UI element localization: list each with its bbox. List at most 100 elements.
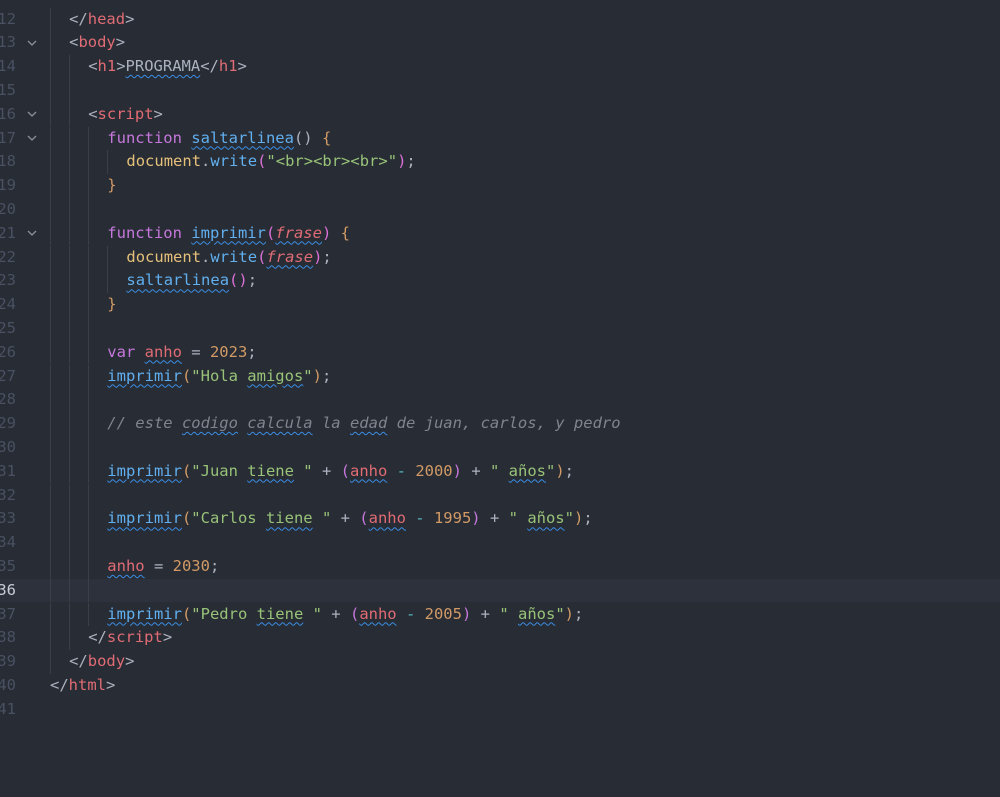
code-token: calcula: [247, 414, 313, 433]
code-line[interactable]: 27 imprimir("Hola amigos");: [0, 364, 1000, 389]
code-line[interactable]: 21 function imprimir(frase) {: [0, 221, 1000, 246]
code-line[interactable]: 12 </head>: [0, 7, 1000, 32]
indent-guide: [88, 316, 90, 341]
code-line[interactable]: 17 function saltarlinea() {: [0, 126, 1000, 151]
code-token: body: [87, 652, 126, 671]
line-number: 19: [0, 176, 16, 195]
code-token: "Pedro: [191, 604, 257, 623]
indent-guide: [69, 602, 71, 627]
code-token: ): [461, 604, 472, 623]
code-line[interactable]: 23 saltarlinea();: [0, 269, 1000, 294]
code-token: ;: [564, 461, 575, 480]
indent-guide: [50, 293, 51, 317]
code-token: ": [545, 461, 556, 480]
code-token: 2030: [172, 556, 210, 575]
code-text: <h1>PROGRAMA</h1>: [88, 55, 247, 79]
code-line[interactable]: 25: [0, 316, 1000, 341]
code-token: var: [107, 342, 136, 361]
fold-chevron-icon[interactable]: [26, 222, 44, 246]
indent-guide: [88, 269, 90, 294]
fold-chevron-icon[interactable]: [26, 31, 44, 55]
indent-guide: [88, 531, 90, 555]
code-line[interactable]: 24}: [0, 293, 1000, 317]
code-line[interactable]: 38 </script>: [0, 626, 1000, 651]
code-token: +: [331, 509, 360, 528]
code-token: +: [480, 509, 509, 528]
code-line[interactable]: 40 </html>: [0, 674, 1000, 698]
indent-guide: [88, 221, 90, 246]
indent-guide: [88, 364, 90, 389]
code-line[interactable]: 18 document.write("<br><br><br>");: [0, 150, 1000, 175]
code-line[interactable]: 32: [0, 483, 1000, 508]
fold-chevron-icon[interactable]: [26, 103, 44, 127]
code-token: </: [200, 57, 219, 76]
code-line[interactable]: 13 <body>: [0, 31, 1000, 56]
code-line[interactable]: 34: [0, 531, 1000, 555]
code-line[interactable]: 36: [0, 578, 1000, 603]
code-token: ): [452, 461, 462, 480]
indent-guide: [88, 554, 90, 579]
code-line[interactable]: 28: [0, 388, 1000, 413]
line-number: 23: [0, 271, 16, 290]
indent-guide: [69, 435, 71, 460]
code-token: ": [312, 509, 332, 528]
code-token: ;: [247, 271, 258, 290]
code-line[interactable]: 41: [0, 698, 1000, 722]
code-line[interactable]: 31 imprimir("Juan tiene " + (anho - 2000)…: [0, 459, 1000, 484]
indent-guide: [107, 269, 109, 294]
indent-guide: [69, 483, 71, 508]
code-token: -: [405, 509, 434, 528]
fold-chevron-icon[interactable]: [26, 127, 44, 151]
indent-guide: [69, 78, 71, 103]
indent-guide: [50, 221, 51, 246]
indent-guide: [50, 435, 51, 460]
code-line[interactable]: 14 <h1>PROGRAMA</h1>: [0, 55, 1000, 79]
indent-guide: [50, 7, 51, 32]
code-token: // este: [107, 414, 182, 433]
code-text: }: [107, 174, 116, 198]
code-token: {: [331, 223, 350, 242]
code-line[interactable]: 16 <script>: [0, 102, 1000, 127]
code-token: >: [153, 104, 163, 123]
code-line[interactable]: 26 var anho = 2023;: [0, 340, 1000, 365]
code-token: .: [201, 247, 211, 266]
indent-guide: [50, 245, 51, 270]
code-line[interactable]: 30: [0, 435, 1000, 460]
code-line[interactable]: 20: [0, 197, 1000, 222]
code-token: script: [97, 104, 154, 123]
indent-guide: [88, 412, 90, 436]
indent-guide: [88, 126, 90, 151]
code-token: (: [181, 461, 192, 480]
code-token: anho: [359, 604, 397, 623]
indent-guide: [88, 602, 90, 627]
code-line[interactable]: 33 imprimir("Carlos tiene " + (anho - 199…: [0, 507, 1000, 532]
indent-guide: [69, 174, 71, 198]
code-text: imprimir("Pedro tiene " + (anho - 2005) …: [107, 603, 583, 627]
code-token: frase: [266, 247, 314, 266]
code-token: tiene: [256, 604, 304, 623]
indent-guide: [88, 174, 90, 198]
code-line[interactable]: 15: [0, 78, 1000, 103]
code-line[interactable]: 39 </body>: [0, 650, 1000, 674]
code-token: saltarlinea: [126, 271, 230, 290]
indent-guide: [69, 507, 71, 532]
code-line[interactable]: 37 imprimir("Pedro tiene " + (anho - 2005…: [0, 602, 1000, 627]
indent-guide: [50, 578, 51, 603]
code-text: imprimir("Carlos tiene " + (anho - 1995)…: [107, 507, 592, 531]
code-editor[interactable]: 12 </head> 13 <body> 14 <h1>PROGRAMA</h1> 15 16…: [0, 0, 1000, 797]
code-line[interactable]: 19}: [0, 174, 1000, 198]
code-text: <script>: [88, 103, 163, 127]
code-token: </: [69, 9, 88, 28]
code-line[interactable]: 29 // este codigo calcula la edad de juan…: [0, 412, 1000, 436]
indent-guide: [88, 459, 90, 484]
code-line[interactable]: 35 anho = 2030;: [0, 554, 1000, 579]
code-token: +: [461, 461, 490, 480]
code-text: function imprimir(frase) {: [107, 222, 350, 246]
indent-guide: [50, 602, 51, 627]
code-token: ": [489, 461, 509, 480]
code-token: ": [293, 461, 313, 480]
indent-guide: [88, 197, 90, 222]
code-line[interactable]: 22 document.write(frase);: [0, 245, 1000, 270]
code-token: ;: [247, 342, 257, 361]
code-text: document.write(frase);: [126, 246, 331, 270]
